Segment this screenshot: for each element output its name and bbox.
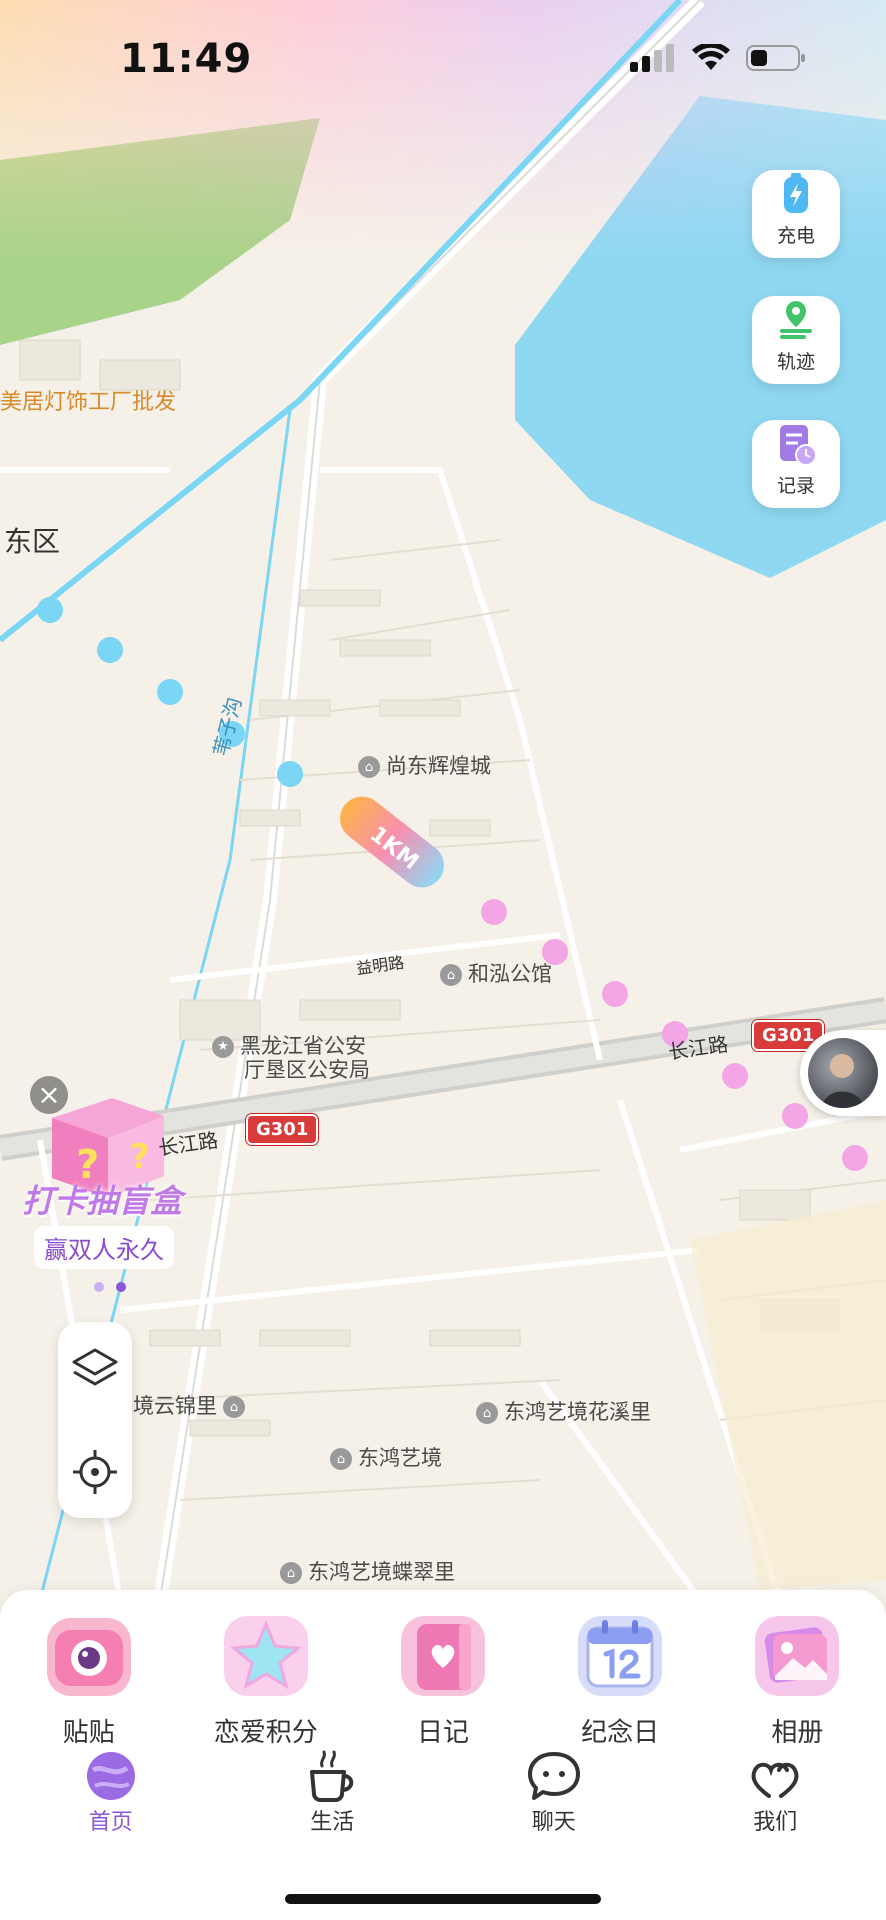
shortcut-label: 贴贴 (62, 1718, 115, 1748)
home-indicator[interactable] (285, 1894, 601, 1904)
track-button[interactable]: 轨迹 (752, 296, 840, 384)
building-icon: ⌂ (476, 1402, 498, 1424)
shortcut-label: 相册 (771, 1718, 824, 1748)
shortcut-anniversary[interactable]: 纪念日 (545, 1610, 695, 1749)
track-label: 轨迹 (776, 351, 815, 373)
status-time: 11:49 (120, 36, 253, 82)
svg-text:?: ? (130, 1137, 150, 1177)
building-icon: ⌂ (280, 1562, 302, 1584)
map-poi-cuili[interactable]: ⌂ 东鸿艺境蝶翠里 (280, 1556, 455, 1586)
shortcut-diary[interactable]: 日记 (368, 1610, 518, 1749)
promo-title[interactable]: 打卡抽盲盒 (22, 1176, 182, 1222)
coffee-cup-icon (310, 1750, 354, 1802)
promo-pager (94, 1282, 126, 1292)
shortcut-label: 纪念日 (581, 1718, 660, 1748)
hearts-icon (751, 1762, 799, 1798)
building-icon: ⌂ (330, 1448, 352, 1470)
pager-dot-active (116, 1282, 126, 1292)
promo-close-button[interactable]: × (30, 1076, 68, 1114)
chat-bubble-icon (527, 1752, 580, 1800)
calendar-icon (578, 1616, 663, 1696)
status-bar: 11:49 (0, 0, 886, 110)
record-button[interactable]: 记录 (752, 420, 840, 508)
status-icons (630, 44, 806, 72)
map-label-district: 东区 (4, 525, 61, 558)
tab-us[interactable]: 我们 (665, 1750, 886, 1860)
map-poi-yijing[interactable]: ⌂ 东鸿艺境 (330, 1442, 442, 1472)
tab-label: 我们 (753, 1810, 798, 1835)
partner-avatar[interactable] (800, 1030, 886, 1116)
signal-icon (630, 44, 674, 72)
layers-icon[interactable] (58, 1322, 132, 1420)
map-poi-police[interactable]: ★ 黑龙江省公安 厅垦区公安局 (212, 1034, 370, 1082)
tab-chat[interactable]: 聊天 (443, 1750, 665, 1860)
bottom-panel: 贴贴 恋爱积分 日记 纪念日 相册 首页 生活 聊天 我们 (0, 1590, 886, 1920)
map-label-shop: 美居灯饰工厂批发 (0, 390, 177, 415)
track-pin-icon (780, 301, 812, 339)
shortcut-label: 恋爱积分 (213, 1718, 318, 1748)
promo-subtitle[interactable]: 赢双人永久 (34, 1226, 174, 1269)
map-controls (58, 1322, 132, 1518)
avatar-photo (808, 1038, 878, 1108)
tab-bar: 首页 生活 聊天 我们 (0, 1750, 886, 1860)
map-poi-hehong[interactable]: ⌂ 和泓公馆 (440, 958, 552, 988)
camera-icon (46, 1618, 131, 1696)
album-icon (755, 1616, 840, 1696)
police-icon: ★ (212, 1036, 234, 1058)
charge-label: 充电 (776, 225, 815, 247)
battery-charge-icon (784, 173, 808, 213)
tab-life[interactable]: 生活 (222, 1750, 444, 1860)
tab-label: 生活 (310, 1810, 355, 1835)
star-icon (223, 1616, 308, 1696)
highway-shield: G301 (246, 1114, 319, 1145)
pager-dot (94, 1282, 104, 1292)
shortcut-album[interactable]: 相册 (722, 1610, 872, 1749)
map-poi-shangdong[interactable]: ⌂ 尚东辉煌城 (358, 750, 491, 780)
charge-button[interactable]: 充电 (752, 170, 840, 258)
record-doc-icon (780, 425, 817, 466)
planet-icon (86, 1752, 135, 1800)
shortcut-row: 贴贴 恋爱积分 日记 纪念日 相册 (0, 1610, 886, 1749)
wifi-icon (692, 44, 730, 70)
tab-home[interactable]: 首页 (0, 1750, 222, 1860)
map-poi-xili[interactable]: ⌂ 东鸿艺境花溪里 (476, 1396, 651, 1426)
tab-label: 首页 (88, 1810, 133, 1835)
building-icon: ⌂ (358, 756, 380, 778)
locate-icon[interactable] (58, 1424, 132, 1522)
diary-icon (400, 1616, 485, 1696)
tab-label: 聊天 (531, 1810, 576, 1835)
shortcut-label: 日记 (416, 1718, 469, 1748)
shortcut-tietie[interactable]: 贴贴 (14, 1610, 164, 1749)
shortcut-love-points[interactable]: 恋爱积分 (191, 1610, 341, 1749)
avatar-person-icon (822, 1054, 864, 1108)
battery-icon (746, 45, 805, 71)
building-icon: ⌂ (440, 964, 462, 986)
record-label: 记录 (776, 475, 815, 497)
building-icon: ⌂ (223, 1396, 245, 1418)
